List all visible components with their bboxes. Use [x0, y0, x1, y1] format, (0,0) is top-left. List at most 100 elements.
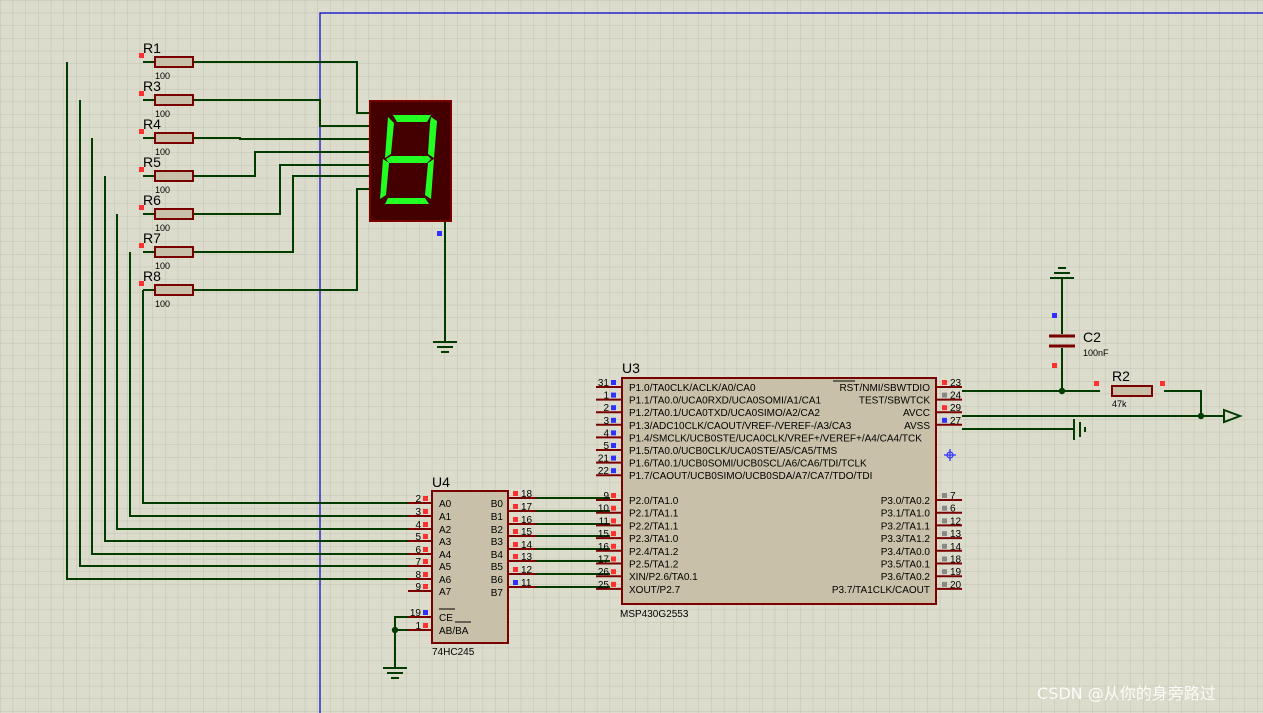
u4-pin-number: 1	[415, 621, 421, 632]
u4-pin-number: 16	[521, 515, 533, 526]
u4-pin-name: B0	[491, 499, 504, 510]
u3-pin-name: TEST/SBWTCK	[859, 396, 930, 407]
u4-part: 74HC245	[432, 647, 475, 658]
pin-marker	[611, 556, 616, 562]
pin-marker	[611, 493, 616, 498]
pin-marker	[423, 623, 428, 628]
pin-marker	[942, 405, 947, 411]
pin-marker	[611, 569, 616, 575]
u3-pin-number: 3	[603, 416, 609, 427]
pin-marker	[942, 392, 947, 398]
pin-marker	[611, 443, 616, 448]
u4-pin-name: A4	[439, 550, 452, 561]
u4-pin-number: 12	[521, 565, 533, 576]
u4-pin-number: 17	[521, 502, 533, 513]
u4-pin-name: A2	[439, 525, 452, 536]
u4-pin-name: A1	[439, 512, 452, 523]
resistor-body	[154, 170, 194, 182]
pin-marker	[513, 567, 518, 572]
u3-pin-number: 22	[598, 466, 610, 477]
u3-pin-name: XIN/P2.6/TA0.1	[629, 572, 698, 583]
u3-pin-name: P3.7/TA1CLK/CAOUT	[832, 585, 930, 596]
pin-marker	[942, 569, 947, 575]
pin-marker	[513, 580, 518, 585]
u3-pin-name: P3.3/TA1.2	[881, 534, 931, 545]
pin-marker	[611, 531, 616, 537]
resistor-ref: R1	[143, 40, 161, 56]
c2-value: 100nF	[1083, 348, 1109, 358]
u3-pin-name: P2.1/TA1.1	[629, 509, 679, 520]
u3-pin-number: 7	[950, 491, 956, 502]
u4-pin-name: B5	[491, 562, 504, 573]
u3-pin-name: P3.5/TA0.1	[881, 560, 931, 571]
pin-marker	[513, 529, 518, 534]
u3-pin-name: RST/NMI/SBWTDIO	[839, 383, 930, 394]
u3-pin-number: 18	[950, 555, 962, 566]
u3-pin-number: 21	[598, 454, 610, 465]
u3-pin-number: 23	[950, 378, 962, 389]
u4-pin-number: 4	[415, 520, 421, 531]
u4-pin-name: A3	[439, 537, 452, 548]
u4-pin-name: B6	[491, 575, 504, 586]
u3-ref: U3	[622, 360, 640, 376]
pin-marker	[942, 581, 947, 587]
pin-marker	[423, 584, 428, 589]
resistor-ref: R4	[143, 116, 161, 132]
u4-pin-name: B1	[491, 512, 504, 523]
ic-u3[interactable]: U3 MSP430G2553 31 P1.0/TA0CLK/ACLK/A0/CA0…	[596, 360, 962, 620]
u3-pin-number: 5	[603, 441, 609, 452]
pin-marker	[611, 543, 616, 549]
pin-marker	[513, 542, 518, 547]
u3-pin-name: P1.5/TA0.0/UCB0CLK/UCA0STE/A5/CA5/TMS	[629, 446, 838, 457]
u4-pin-name: CE	[439, 613, 453, 624]
resistor-body	[154, 132, 194, 144]
u3-pin-number: 2	[603, 403, 609, 414]
u3-pin-number: 6	[950, 504, 956, 515]
u3-pin-name: AVSS	[904, 421, 930, 432]
u3-pin-name: P1.3/ADC10CLK/CAOUT/VREF-/VEREF-/A3/CA3	[629, 421, 852, 432]
u4-pin-number: 14	[521, 540, 533, 551]
resistor-body	[154, 284, 194, 296]
pin-marker	[423, 547, 428, 552]
r2-ref: R2	[1112, 368, 1130, 384]
u4-pin-number: 18	[521, 489, 533, 500]
c2-ref: C2	[1083, 329, 1101, 345]
u3-pin-name: P1.4/SMCLK/UCB0STE/UCA0CLK/VREF+/VEREF+/…	[629, 433, 922, 444]
u4-ref: U4	[432, 474, 450, 490]
resistor-body	[154, 208, 194, 220]
seven-segment-display[interactable]	[369, 100, 452, 236]
u3-pin-name: P2.2/TA1.1	[629, 521, 679, 532]
u3-pin-number: 19	[950, 567, 962, 578]
r2-value: 47k	[1112, 399, 1127, 409]
pin-marker	[611, 380, 616, 385]
pin-marker	[423, 496, 428, 501]
u4-pin-number: 5	[415, 532, 421, 543]
u3-pin-name: P3.4/TA0.0	[881, 547, 931, 558]
resistor-ref: R8	[143, 268, 161, 284]
u4-pin-number: 11	[521, 578, 532, 589]
watermark: CSDN @从你的身旁路过	[1037, 684, 1216, 703]
u4-pin-number: 9	[415, 582, 421, 593]
pin-marker	[611, 392, 616, 398]
resistor-body	[154, 246, 194, 258]
pin-marker	[513, 504, 518, 509]
pin-marker	[611, 430, 616, 436]
u4-pin-name: A6	[439, 575, 452, 586]
u3-pin-name: P3.1/TA1.0	[881, 509, 931, 520]
u3-pin-name: P3.0/TA0.2	[881, 496, 931, 507]
u3-pin-number: 27	[950, 416, 962, 427]
pin-marker	[942, 380, 947, 385]
u3-pin-name: XOUT/P2.7	[629, 585, 681, 596]
pin-marker	[942, 493, 947, 498]
grid-background	[0, 0, 1263, 713]
pin-marker	[942, 543, 947, 549]
pin-marker	[611, 581, 616, 587]
pin-marker	[611, 455, 616, 461]
u3-pin-number: 29	[950, 403, 962, 414]
pin-marker	[423, 572, 428, 577]
u3-pin-number: 4	[603, 428, 609, 439]
schematic-canvas[interactable]: R1100R3100R4100R5100R6100R7100R8100 C2 1…	[0, 0, 1263, 713]
u4-pin-number: 15	[521, 527, 533, 538]
u4-pin-number: 8	[415, 570, 421, 581]
u3-pin-name: P2.5/TA1.2	[629, 560, 679, 571]
